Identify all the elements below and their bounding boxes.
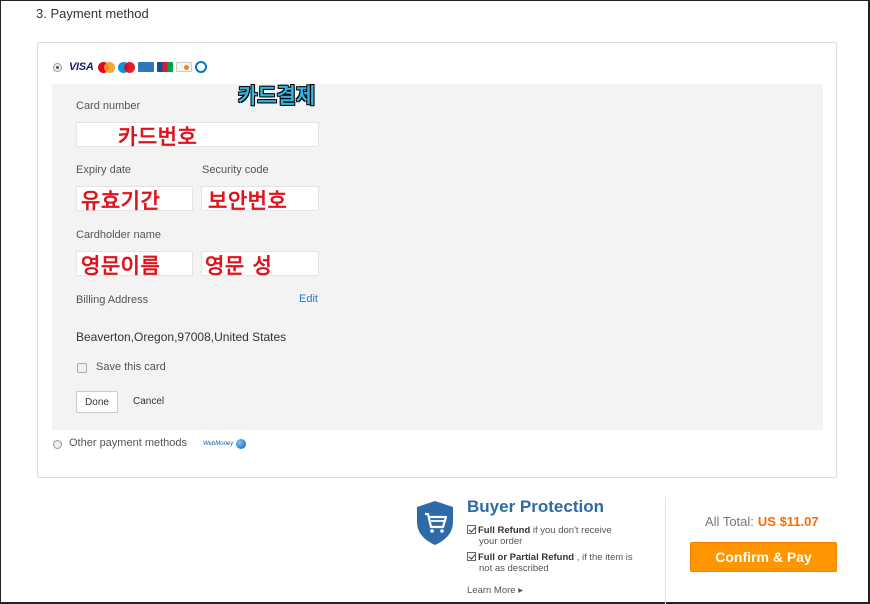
visa-icon: VISA [69,61,94,73]
confirm-pay-button[interactable]: Confirm & Pay [690,542,837,572]
billing-address-label: Billing Address [76,294,149,306]
order-total: All Total: US $11.07 [705,514,819,529]
expiry-date-label: Expiry date [76,164,132,176]
cardholder-name-label: Cardholder name [76,229,161,241]
divider [665,497,666,604]
webmoney-logo: WebMoney [203,439,247,449]
annotation-expiry: 유효기간 [81,189,161,213]
shield-cart-icon [417,501,453,545]
diners-icon [195,61,208,73]
section-title: 3. Payment method [36,6,149,21]
other-payment-radio[interactable] [53,440,62,449]
other-payment-label: Other payment methods [69,437,188,449]
webmoney-text: WebMoney [203,441,234,447]
learn-more-link[interactable]: Learn More ▸ [467,585,523,596]
done-button[interactable]: Done [76,391,118,413]
card-number-input[interactable] [76,122,319,147]
discover-icon [176,62,193,72]
security-code-label: Security code [202,164,269,176]
annotation-last-name: 영문 성 [205,254,273,278]
card-number-label: Card number [76,100,141,112]
cancel-button[interactable]: Cancel [133,396,164,407]
total-value: US $11.07 [757,514,819,529]
window-border-top [0,0,870,1]
jcb-icon [157,62,174,72]
amex-icon [138,62,155,72]
total-label: All Total: [705,514,754,529]
annotation-first-name: 영문이름 [81,254,161,278]
save-card-label: Save this card [96,361,166,373]
mastercard-icon [98,61,116,73]
partial-refund-line-2: not as described [479,563,549,574]
billing-address-value: Beaverton,Oregon,97008,United States [76,330,287,344]
annotation-security: 보안번호 [208,189,288,213]
window-border-left [0,0,1,604]
buyer-protection-title: Buyer Protection [467,497,604,516]
save-card-checkbox[interactable] [77,363,87,373]
annotation-card-number: 카드번호 [118,125,198,149]
checkbox-icon [467,525,476,534]
webmoney-globe-icon [236,439,247,449]
maestro-icon [118,61,136,73]
full-refund-line-2: your order [479,536,523,547]
checkbox-icon [467,552,476,561]
card-logos: VISA [69,60,208,74]
annotation-card-payment: 카드결제 [238,84,316,108]
card-payment-radio[interactable] [53,63,62,72]
edit-address-link[interactable]: Edit [299,293,318,305]
